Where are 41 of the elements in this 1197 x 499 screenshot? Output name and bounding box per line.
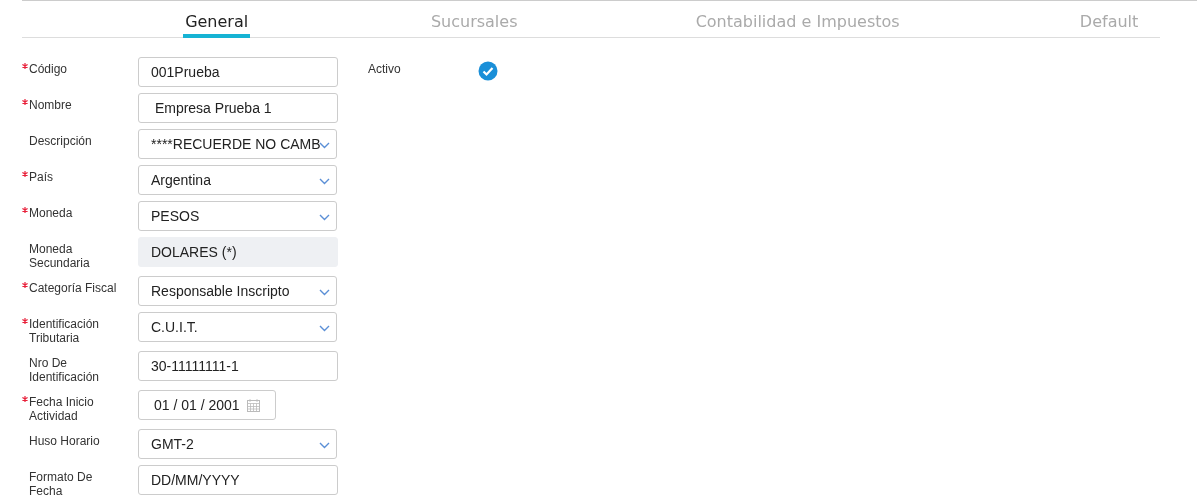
checkbox[interactable] [478,61,498,81]
text-field[interactable]: 001Prueba [138,57,338,87]
field-label: Activo [368,62,402,78]
text-field[interactable]: 30-11111111-1 [138,351,338,381]
field-label: Fecha Inicio Actividad [29,395,95,423]
dropdown[interactable]: Responsable Inscripto [138,276,337,306]
dropdown[interactable]: ****RECUERDE NO CAMB [138,129,337,159]
field-label: Categoría Fiscal [29,281,118,297]
field-label: Descripción [29,134,93,150]
field-label: Nro De Identificación [29,356,101,384]
dropdown[interactable]: PESOS [138,201,337,231]
field-label: Formato De Fecha [29,470,94,498]
dropdown[interactable]: GMT-2 [138,429,337,459]
calendar-icon [247,399,260,412]
text-field[interactable]: DD/MM/YYYY [138,465,338,495]
dropdown[interactable]: C.U.I.T. [138,312,337,342]
required-asterisk-icon [22,63,28,69]
chevron-down-icon [319,178,330,185]
chevron-down-icon [319,142,330,149]
field-label: Huso Horario [29,434,101,450]
required-asterisk-icon [22,207,28,213]
required-asterisk-icon [22,99,28,105]
chevron-down-icon [319,214,330,221]
text-field[interactable]: Empresa Prueba 1 [138,93,338,123]
required-asterisk-icon [22,282,28,288]
field-label: Moneda Secundaria [29,242,91,270]
chevron-down-icon [319,289,330,296]
field-label: Nombre [29,98,73,114]
field-label: Moneda [29,206,74,222]
date-field[interactable]: 01 / 01 / 2001 [138,390,276,420]
chevron-down-icon [319,325,330,332]
field-label: Código [29,62,69,78]
required-asterisk-icon [22,396,28,402]
chevron-down-icon [319,442,330,449]
required-asterisk-icon [22,171,28,177]
tab[interactable]: General [183,1,251,38]
readonly-field: DOLARES (*) [138,237,338,267]
dropdown[interactable]: Argentina [138,165,337,195]
field-label: País [29,170,54,186]
required-asterisk-icon [22,318,28,324]
field-label: Identificación Tributaria [29,317,101,345]
